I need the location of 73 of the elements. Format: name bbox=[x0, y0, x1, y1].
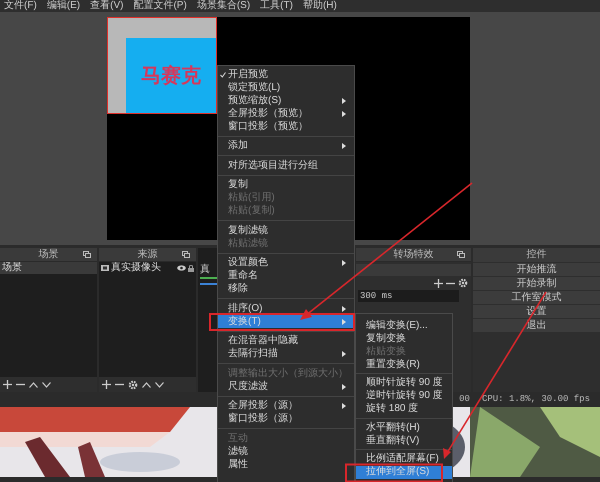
menu-bar-item[interactable]: 帮助(H) bbox=[302, 0, 337, 12]
menu-item[interactable]: 逆时针旋转 90 度 bbox=[356, 390, 452, 402]
menu-item[interactable]: 顺时针旋转 90 度 bbox=[356, 376, 452, 390]
move-up-icon[interactable] bbox=[142, 382, 151, 388]
menu-item[interactable]: 全屏投影（源） bbox=[218, 400, 354, 412]
submenu-arrow-icon bbox=[342, 351, 346, 357]
menu-bar-item[interactable]: 工具(T) bbox=[260, 0, 293, 12]
move-down-icon[interactable] bbox=[155, 382, 164, 388]
add-icon[interactable] bbox=[434, 278, 443, 288]
menu-item[interactable]: 移除 bbox=[218, 282, 354, 296]
menu-item[interactable]: 重置变换(R) bbox=[356, 358, 452, 371]
status-cpu: CPU: 1.8%, 30.00 fps bbox=[482, 392, 590, 406]
menu-item[interactable]: 在混音器中隐藏 bbox=[218, 334, 354, 348]
menu-item[interactable]: 窗口投影（预览） bbox=[218, 120, 354, 133]
menu-item[interactable]: 旋转 180 度 bbox=[356, 402, 452, 416]
menu-item[interactable]: 锁定预览(L) bbox=[218, 81, 354, 94]
menu-item[interactable]: 去隔行扫描 bbox=[218, 348, 354, 360]
menu-item[interactable]: 比例适配屏幕(F) bbox=[356, 452, 452, 466]
menu-item[interactable]: 添加 bbox=[218, 140, 354, 152]
menu-item[interactable]: 开启预览 bbox=[218, 68, 354, 81]
menu-bar-item[interactable]: 查看(V) bbox=[90, 0, 124, 12]
menu-item[interactable]: 重命名 bbox=[218, 270, 354, 282]
dock-title: 转场特效 bbox=[394, 248, 434, 260]
menu-bar-item[interactable]: 场景集合(S) bbox=[196, 0, 250, 12]
menu-item[interactable]: 对所选项目进行分组 bbox=[218, 159, 354, 172]
dock-title: 来源 bbox=[138, 248, 158, 260]
mixer-channel-label: 真 bbox=[200, 264, 210, 275]
menu-item[interactable]: 排序(O) bbox=[218, 302, 354, 315]
settings-icon[interactable] bbox=[458, 278, 468, 288]
menu-item[interactable]: 属性 bbox=[218, 458, 354, 471]
source-text: 马赛克 bbox=[141, 64, 201, 88]
float-icon[interactable] bbox=[83, 251, 91, 258]
settings-icon[interactable] bbox=[128, 380, 138, 390]
menu-bar-item[interactable]: 编辑(E) bbox=[46, 0, 80, 12]
control-button[interactable]: 开始推流 bbox=[473, 263, 600, 276]
lock-icon[interactable] bbox=[188, 264, 194, 272]
check-icon bbox=[220, 72, 226, 78]
menu-item[interactable]: 复制 bbox=[218, 178, 354, 192]
dock-title: 控件 bbox=[526, 249, 546, 261]
control-button[interactable]: 退出 bbox=[473, 319, 600, 332]
duration-field[interactable]: 300 ms bbox=[358, 290, 459, 302]
submenu-arrow-icon bbox=[342, 318, 346, 324]
menu-item[interactable]: 滤镜 bbox=[218, 445, 354, 458]
submenu-arrow-icon bbox=[342, 403, 346, 409]
menu-item[interactable]: 编辑变换(E)... bbox=[356, 319, 452, 332]
submenu-arrow-icon bbox=[342, 98, 346, 104]
move-up-icon[interactable] bbox=[29, 382, 38, 388]
menu-item[interactable]: 预览缩放(S) bbox=[218, 94, 354, 107]
menu-item[interactable]: 复制滤镜 bbox=[218, 224, 354, 237]
submenu-arrow-icon bbox=[342, 110, 346, 116]
menu-item[interactable]: 复制变换 bbox=[356, 332, 452, 345]
submenu-arrow-icon bbox=[342, 384, 346, 390]
dock-title: 场景 bbox=[38, 248, 58, 260]
menu-item[interactable]: 尺度滤波 bbox=[218, 380, 354, 393]
add-icon[interactable] bbox=[102, 380, 111, 389]
source-item[interactable]: 真实摄像头 bbox=[111, 262, 175, 274]
control-button[interactable]: 开始录制 bbox=[473, 277, 600, 290]
menu-item[interactable]: 设置颜色 bbox=[218, 256, 354, 270]
submenu-arrow-icon bbox=[342, 306, 346, 312]
add-icon[interactable] bbox=[3, 380, 12, 389]
menu-item[interactable]: 垂直翻转(V) bbox=[356, 434, 452, 447]
submenu-arrow-icon bbox=[342, 143, 346, 149]
menu-item[interactable]: 窗口投影（源） bbox=[218, 412, 354, 426]
menu-item[interactable]: 全屏投影（预览） bbox=[218, 107, 354, 120]
eye-icon[interactable] bbox=[177, 265, 186, 271]
camera-icon bbox=[101, 265, 109, 271]
float-icon[interactable] bbox=[182, 251, 190, 258]
move-down-icon[interactable] bbox=[42, 382, 51, 388]
menu-item[interactable]: 水平翻转(H) bbox=[356, 421, 452, 434]
float-icon[interactable] bbox=[457, 251, 465, 258]
submenu-arrow-icon bbox=[342, 260, 346, 266]
status-time: 00 bbox=[459, 392, 470, 406]
scene-item[interactable]: 场景 bbox=[0, 262, 97, 274]
